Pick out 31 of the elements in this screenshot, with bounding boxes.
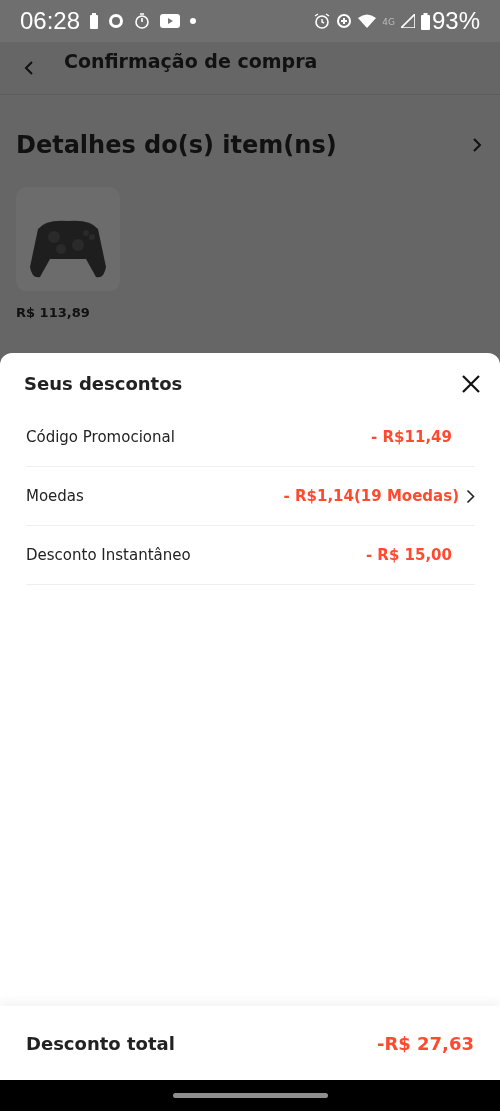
alarm-icon bbox=[314, 13, 331, 29]
network-type: 4G bbox=[382, 17, 395, 27]
back-icon bbox=[24, 60, 34, 76]
discount-label: Código Promocional bbox=[26, 428, 175, 446]
discount-label: Moedas bbox=[26, 487, 84, 505]
data-saver-icon bbox=[336, 13, 353, 29]
battery-icon bbox=[90, 13, 99, 29]
stopwatch-icon bbox=[134, 13, 151, 29]
item-price: R$ 113,89 bbox=[16, 305, 91, 320]
page-title: Confirmação de compra bbox=[64, 50, 318, 72]
chevron-right-icon bbox=[472, 137, 482, 153]
discount-label: Desconto Instantâneo bbox=[26, 546, 191, 564]
close-button[interactable] bbox=[462, 374, 480, 393]
discount-amount: - R$11,49 bbox=[371, 428, 452, 446]
dot-icon bbox=[190, 18, 197, 24]
back-button[interactable] bbox=[24, 60, 34, 76]
sync-icon bbox=[108, 13, 125, 29]
battery-icon bbox=[420, 12, 430, 30]
total-label: Desconto total bbox=[26, 1032, 175, 1054]
section-header[interactable]: Detalhes do(s) item(ns) bbox=[16, 131, 482, 159]
total-amount: -R$ 27,63 bbox=[376, 1032, 474, 1054]
video-play-icon bbox=[160, 14, 181, 28]
signal-icon bbox=[400, 14, 415, 28]
discount-amount: - R$1,14(19 Moedas) bbox=[283, 487, 459, 505]
discount-amount: - R$ 15,00 bbox=[365, 546, 452, 564]
status-time: 06:28 bbox=[20, 7, 81, 35]
home-handle[interactable] bbox=[172, 1093, 328, 1098]
battery-percent: 93% bbox=[431, 7, 480, 35]
sheet-title: Seus descontos bbox=[24, 373, 183, 394]
close-icon bbox=[462, 374, 480, 393]
wifi-icon bbox=[358, 14, 377, 28]
